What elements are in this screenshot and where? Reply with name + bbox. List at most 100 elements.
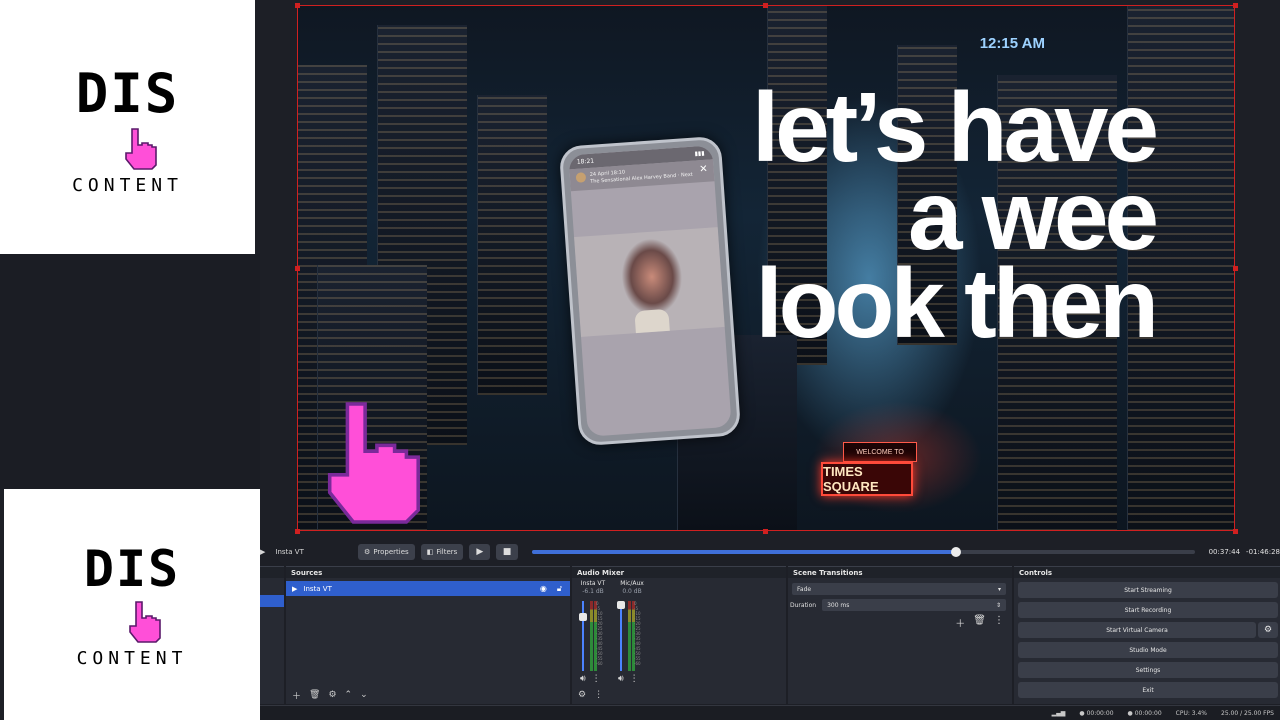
menu-dots-icon[interactable]: ⋮ — [630, 674, 639, 684]
speaker-icon[interactable]: 🔊︎ — [618, 674, 624, 684]
filters-label: Filters — [436, 548, 458, 556]
sources-header: Sources — [286, 567, 570, 578]
meter-ticks: 0 -5 -10 -15 -20 -25 -30 -35 -40 -45 -50 -55 -60 — [596, 601, 603, 666]
resize-handle[interactable] — [1233, 3, 1238, 8]
trash-icon[interactable]: 🗑︎ — [309, 690, 320, 700]
resize-handle[interactable] — [1233, 266, 1238, 271]
transition-select[interactable]: Fade ▾ — [792, 583, 1006, 595]
overlay-caption: let’s have a wee look then — [752, 78, 1159, 352]
record-status: ● 00:00:00 — [1127, 709, 1162, 717]
move-down-icon[interactable]: ⌄ — [360, 690, 368, 700]
building — [477, 95, 547, 395]
scene-item-selected[interactable] — [260, 595, 284, 607]
stop-button[interactable]: ■ — [496, 544, 518, 560]
gear-icon[interactable]: ⚙ — [328, 690, 336, 700]
mixer-toolbar: ⚙ ⋮ — [572, 686, 786, 704]
clock-text: 12:15 AM — [979, 35, 1045, 52]
play-icon: ▶ — [292, 584, 298, 593]
seek-progress — [531, 550, 956, 554]
source-item[interactable]: ▶ Insta VT ◉ 🔓︎ — [286, 581, 570, 596]
lock-icon[interactable]: 🔓︎ — [557, 584, 562, 594]
trash-icon[interactable]: 🗑︎ — [973, 615, 986, 630]
properties-button[interactable]: ⚙ Properties — [358, 544, 415, 560]
start-recording-button[interactable]: Start Recording — [1018, 602, 1278, 618]
seek-handle[interactable] — [950, 547, 961, 557]
elapsed-time: 00:37:44 — [1208, 548, 1241, 556]
channel-controls: 🔊︎ ⋮ — [580, 674, 601, 684]
resize-handle[interactable] — [295, 266, 300, 271]
logo-top: DIS CONTENT — [0, 0, 255, 254]
phone-time: 18:21 — [576, 157, 595, 166]
pointer-hand-icon — [327, 402, 420, 524]
dock-title: Sources — [291, 568, 323, 577]
resize-handle[interactable] — [295, 3, 300, 8]
studio-mode-button[interactable]: Studio Mode — [1018, 642, 1278, 658]
meter-bar — [590, 601, 593, 671]
duration-label: Duration — [790, 601, 817, 609]
scene-transitions-dock: Scene Transitions Fade ▾ Duration 300 ms… — [788, 566, 1012, 704]
volume-slider[interactable] — [617, 601, 625, 671]
filters-button[interactable]: ◧ Filters — [420, 544, 464, 560]
exit-button[interactable]: Exit — [1018, 682, 1278, 698]
filter-icon: ◧ — [426, 548, 434, 556]
seek-bar[interactable] — [531, 547, 1195, 557]
volume-slider-handle[interactable] — [617, 601, 625, 609]
logo-word: DIS — [83, 540, 181, 598]
phone-mockup: 18:21 ▮▮▮ 24 April 18:10 The Sensational… — [558, 135, 742, 447]
add-icon[interactable]: ＋ — [955, 615, 965, 630]
audio-mixer-dock: Audio Mixer Insta VT -6.1 dB 0 -5 -10 -15 -2… — [572, 566, 786, 704]
phone-screen: 18:21 ▮▮▮ 24 April 18:10 The Sensational… — [568, 145, 732, 437]
gear-icon: ⚙ — [364, 548, 371, 556]
move-up-icon[interactable]: ⌃ — [345, 690, 353, 700]
volume-meter: 0 -5 -10 -15 -20 -25 -30 -35 -40 -45 -50 -55 -60 — [617, 601, 641, 671]
billboard-times-square: TIMES SQUARE — [821, 462, 913, 496]
play-icon: ▶ — [476, 547, 484, 557]
stop-icon: ■ — [502, 547, 512, 557]
controls-header: Controls — [1014, 567, 1280, 578]
speaker-icon[interactable]: 🔊︎ — [580, 674, 586, 684]
eye-icon[interactable]: ◉ — [540, 584, 547, 594]
obs-window: DIS CONTENT WELCOME TO TIMES SQUARE 12:1… — [0, 0, 1280, 720]
source-item-label: Insta VT — [303, 584, 332, 593]
add-icon[interactable]: ＋ — [292, 689, 301, 702]
start-streaming-button[interactable]: Start Streaming — [1018, 582, 1278, 598]
signal-icon: ▮▮▮ — [694, 149, 705, 158]
dock-title: Controls — [1019, 568, 1053, 577]
channel-controls: 🔊︎ ⋮ — [618, 674, 639, 684]
resize-handle[interactable] — [763, 3, 768, 8]
resize-handle[interactable] — [295, 529, 300, 534]
meter-bar — [628, 601, 631, 671]
pointer-hand-icon — [129, 601, 161, 643]
scenes-dock — [260, 566, 284, 704]
billboard-small: WELCOME TO — [843, 442, 917, 462]
preview-canvas[interactable]: WELCOME TO TIMES SQUARE 12:15 AM let’s h… — [297, 5, 1235, 531]
scenes-header — [260, 567, 284, 578]
volume-slider[interactable] — [579, 601, 587, 671]
signal-icon: ▂▄▆ — [1051, 709, 1066, 717]
logo-word: DIS — [75, 62, 180, 125]
logo-subtitle: CONTENT — [72, 175, 183, 196]
duration-value: 300 ms — [827, 601, 850, 609]
gear-link-icon[interactable]: ⚙ — [578, 690, 586, 700]
resize-handle[interactable] — [763, 529, 768, 534]
avatar — [575, 172, 587, 183]
volume-slider-handle[interactable] — [579, 613, 587, 621]
menu-dots-icon[interactable]: ⋮ — [994, 615, 1004, 630]
logo-subtitle: CONTENT — [76, 648, 188, 669]
resize-handle[interactable] — [1233, 529, 1238, 534]
photo-collar — [634, 308, 670, 334]
settings-button[interactable]: Settings — [1018, 662, 1278, 678]
play-button[interactable]: ▶ — [469, 544, 491, 560]
media-source-name: Insta VT — [275, 548, 304, 556]
play-icon: ▶ — [260, 548, 266, 556]
pointer-hand-icon — [124, 128, 157, 170]
overlay-line: a wee — [908, 160, 1159, 270]
remaining-time: -01:46:28 — [1246, 548, 1280, 556]
start-virtual-camera-button[interactable]: Start Virtual Camera — [1018, 622, 1256, 638]
menu-dots-icon[interactable]: ⋮ — [592, 674, 601, 684]
spinner-icon[interactable]: ⇕ — [996, 602, 1001, 609]
duration-field[interactable]: 300 ms ⇕ — [822, 599, 1006, 611]
menu-dots-icon[interactable]: ⋮ — [594, 690, 603, 700]
gear-icon[interactable]: ⚙ — [1258, 622, 1278, 638]
dock-title: Scene Transitions — [793, 568, 863, 577]
